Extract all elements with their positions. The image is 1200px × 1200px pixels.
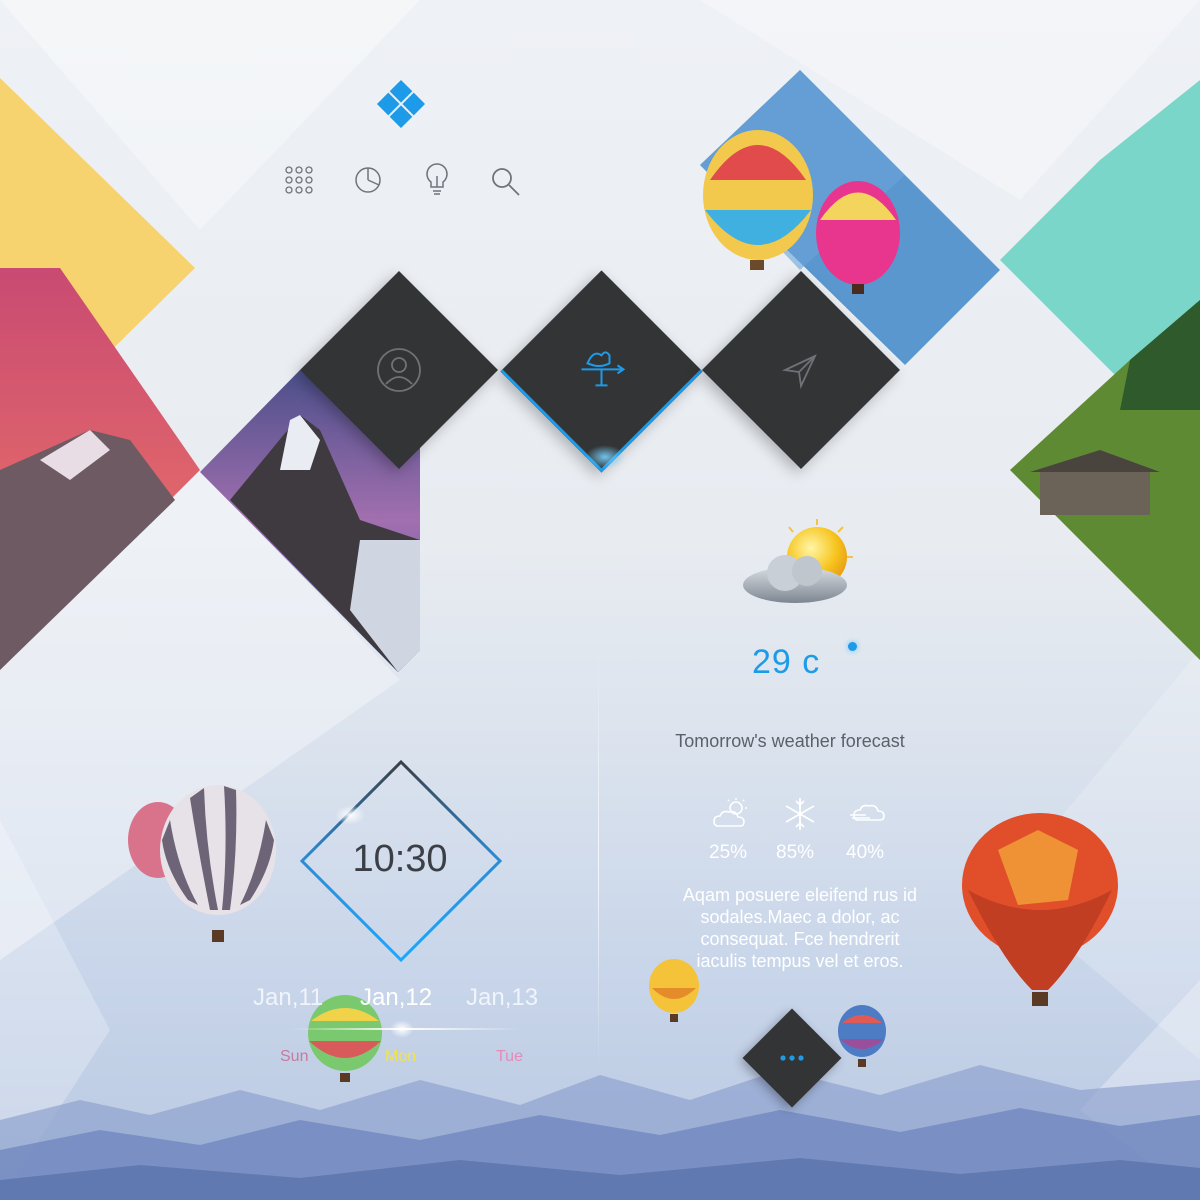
right-decor [1000,80,1200,660]
user-icon [377,348,421,392]
temperature-indicator-dot [848,642,857,651]
date-next[interactable]: Jan,13 [466,984,538,1012]
sun-cloud-weather-icon [743,519,853,603]
clock-sparkle [335,805,365,825]
wind-cloud-icon [850,804,885,821]
forecast-title: Tomorrow's weather forecast [675,731,905,751]
lightbulb-icon[interactable] [424,162,450,196]
grey-balloon-image [128,785,276,942]
send-icon [781,354,817,390]
forecast-value-3: 40% [846,842,885,863]
forecast-value-1: 25% [709,842,748,863]
windows-logo-icon[interactable] [375,78,427,130]
date-prev[interactable]: Jan,11 [253,984,323,1012]
divider [598,650,599,1070]
sun-cloud-icon [713,798,747,827]
apps-grid-icon[interactable] [284,165,314,195]
temperature: 29 c [752,643,821,681]
forecast-description: Aqam posuere eleifend rus id sodales.Mae… [682,885,918,971]
weather-dashboard: 29 c Tomorrow's weather forecast 25% 85%… [0,0,1200,1200]
timeline-marker [390,1020,414,1038]
weather-vane-icon [581,351,626,387]
forecast-value-2: 85% [776,842,815,863]
date-current[interactable]: Jan,12 [360,984,432,1012]
yellow-balloon-image [649,959,699,1022]
mountain-range [0,1065,1200,1200]
more-dots-icon [780,1055,804,1061]
red-balloon-image [962,813,1118,1006]
search-icon[interactable] [490,166,522,198]
pie-chart-icon[interactable] [353,165,383,195]
active-tile-glow [585,445,625,469]
snowflake-icon [785,798,815,830]
clock-time: 10:30 [352,838,448,880]
